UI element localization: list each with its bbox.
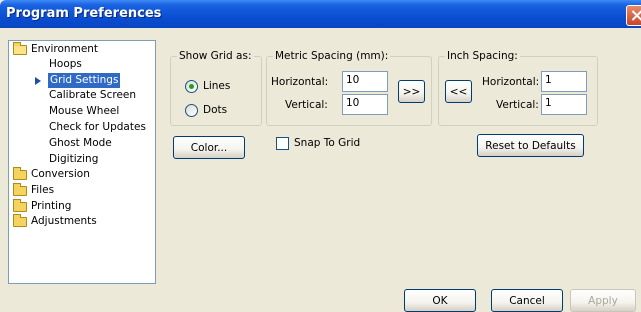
- dots-label: Dots: [203, 104, 228, 116]
- inch-spacing-legend: Inch Spacing:: [445, 50, 520, 62]
- inch-to-metric-button[interactable]: <<: [445, 80, 472, 103]
- inch-horizontal-label: Horizontal:: [482, 76, 540, 88]
- tree-category-label: Environment: [31, 43, 99, 55]
- tree-category-conversion[interactable]: Conversion: [11, 167, 151, 182]
- snap-to-grid-checkbox[interactable]: [276, 137, 289, 150]
- selected-arrow-icon: [35, 77, 41, 85]
- metric-vertical-input[interactable]: 10: [342, 94, 388, 115]
- metric-spacing-legend: Metric Spacing (mm):: [273, 50, 391, 62]
- folder-icon: [13, 214, 27, 227]
- tree-category-label: Adjustments: [31, 215, 97, 227]
- tree-item-label: Hoops: [49, 58, 82, 70]
- snap-to-grid-label: Snap To Grid: [294, 137, 361, 149]
- tree-item-label: Ghost Mode: [49, 137, 112, 149]
- folder-icon: [13, 183, 27, 196]
- color-button[interactable]: Color...: [173, 136, 245, 159]
- tree-item-label: Check for Updates: [49, 121, 146, 133]
- folder-icon: [13, 167, 27, 180]
- ok-button[interactable]: OK: [404, 289, 476, 312]
- inch-vertical-label: Vertical:: [496, 99, 539, 111]
- cancel-button[interactable]: Cancel: [491, 289, 563, 312]
- metric-horizontal-label: Horizontal:: [271, 76, 329, 88]
- window-title: Program Preferences: [6, 6, 162, 21]
- lines-label: Lines: [203, 80, 231, 92]
- folder-icon: [13, 199, 27, 212]
- tree-item-label: Mouse Wheel: [49, 105, 120, 117]
- tree-category-adjustments[interactable]: Adjustments: [11, 214, 151, 229]
- apply-button[interactable]: Apply: [570, 289, 636, 312]
- tree-category-environment[interactable]: Environment: [11, 42, 151, 57]
- show-grid-legend: Show Grid as:: [177, 50, 254, 62]
- tree-category-label: Printing: [31, 200, 72, 212]
- radio-selected-dot: [189, 84, 194, 89]
- folder-open-icon: [13, 42, 27, 55]
- tree-item-label: Grid Settings: [48, 73, 121, 88]
- tree-category-printing[interactable]: Printing: [11, 199, 151, 214]
- metric-horizontal-input[interactable]: 10: [342, 71, 388, 92]
- metric-to-inch-button[interactable]: >>: [398, 80, 425, 103]
- title-bar: Program Preferences: [0, 0, 641, 28]
- inch-vertical-input[interactable]: 1: [541, 94, 587, 115]
- tree-category-label: Conversion: [31, 168, 90, 180]
- close-button[interactable]: [626, 5, 641, 26]
- metric-vertical-label: Vertical:: [285, 99, 328, 111]
- tree-category-label: Files: [31, 184, 55, 196]
- inch-horizontal-input[interactable]: 1: [541, 71, 587, 92]
- tree-item-label: Digitizing: [49, 153, 99, 165]
- tree-category-files[interactable]: Files: [11, 183, 151, 198]
- tree-item-grid-settings[interactable]: Grid Settings: [11, 73, 151, 88]
- lines-radio[interactable]: [185, 80, 198, 93]
- preferences-tree[interactable]: Environment Hoops Grid Settings Calibrat…: [8, 40, 156, 284]
- dots-radio[interactable]: [185, 104, 198, 117]
- reset-to-defaults-button[interactable]: Reset to Defaults: [477, 134, 584, 157]
- tree-item-label: Calibrate Screen: [49, 89, 137, 101]
